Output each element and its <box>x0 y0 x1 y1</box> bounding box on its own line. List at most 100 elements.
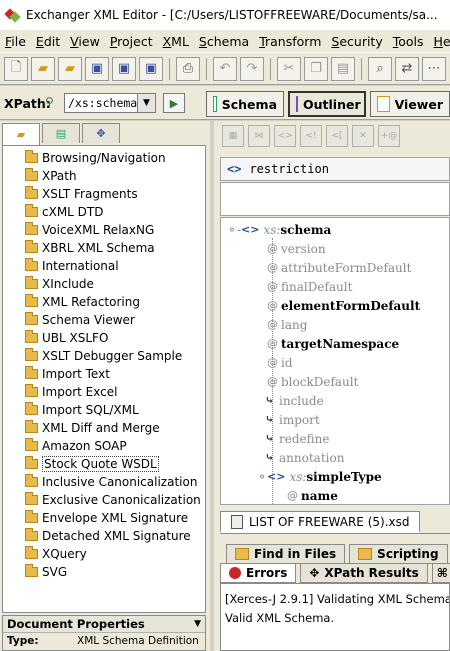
tab-find-in-files[interactable]: Find in Files <box>226 544 346 564</box>
file-tab[interactable]: LIST OF FREEWARE (5).xsd <box>220 511 420 533</box>
tree-item[interactable]: Exclusive Canonicalization <box>3 491 205 509</box>
outline-row[interactable]: ⤷ annotation <box>265 448 344 467</box>
delete-icon[interactable]: ✕ <box>352 125 374 147</box>
grid-icon[interactable]: ▦ <box>222 125 244 147</box>
outline-row[interactable]: @ blockDefault <box>267 372 358 391</box>
tab-errors[interactable]: Errors <box>220 563 297 583</box>
tree-item[interactable]: SVG <box>3 563 205 581</box>
tree-item[interactable]: XSLT Fragments <box>3 185 205 203</box>
tree-item[interactable]: Stock Quote WSDL <box>3 455 205 473</box>
add-element-icon[interactable]: <> <box>274 125 296 147</box>
copy-icon[interactable]: ❐ <box>304 56 328 81</box>
tree-item[interactable]: XInclude <box>3 275 205 293</box>
outline-row[interactable]: @ name <box>287 486 338 504</box>
paste-icon[interactable]: ▤ <box>331 56 355 81</box>
menu-tools[interactable]: Tools <box>388 34 429 49</box>
outline-root-row[interactable]: ⚬- <> xs: schema <box>227 220 331 239</box>
schema-view-button[interactable]: Schema <box>206 91 284 117</box>
new-document-icon[interactable]: 🗋 <box>4 56 28 81</box>
chevron-down-icon[interactable]: ▼ <box>194 619 201 629</box>
tree-item[interactable]: Schema Viewer <box>3 311 205 329</box>
outline-row-label: import <box>279 412 320 427</box>
save-all-icon[interactable]: ▣ <box>139 56 163 81</box>
outline-row[interactable]: @ elementFormDefault <box>267 296 420 315</box>
tree-item[interactable]: UBL XSLFO <box>3 329 205 347</box>
folder-icon <box>25 456 38 469</box>
attribute-icon: @ <box>267 280 278 293</box>
outline-row[interactable]: ⤷ include <box>265 391 324 410</box>
tree-item-label: XInclude <box>42 277 94 291</box>
menu-file[interactable]: File <box>0 34 31 49</box>
tree-item-label: XBRL XML Schema <box>42 241 155 255</box>
tree-item[interactable]: Detached XML Signature <box>3 527 205 545</box>
tree-item[interactable]: XML Diff and Merge <box>3 419 205 437</box>
tree-item[interactable]: XQuery <box>3 545 205 563</box>
tab-projects[interactable]: ▰ <box>2 123 40 145</box>
find-binoculars-icon[interactable]: ⌕ <box>368 56 392 81</box>
tree-item[interactable]: XML Refactoring <box>3 293 205 311</box>
tree-item[interactable]: XBRL XML Schema <box>3 239 205 257</box>
open-folder-icon[interactable]: ▰ <box>31 56 55 81</box>
xpath-run-button[interactable]: ▶ <box>163 93 185 113</box>
open-remote-icon[interactable]: ▰ <box>58 56 82 81</box>
outline-row[interactable]: @ finalDefault <box>267 277 352 296</box>
add-attribute-icon[interactable]: +@ <box>378 125 400 147</box>
tree-item[interactable]: Amazon SOAP <box>3 437 205 455</box>
tree-item[interactable]: Inclusive Canonicalization <box>3 473 205 491</box>
split-icon[interactable]: ⋈ <box>248 125 270 147</box>
tree-item-label: VoiceXML RelaxNG <box>42 223 155 237</box>
add-comment-icon[interactable]: <! <box>300 125 322 147</box>
expand-toggle-icon[interactable]: ⚬- <box>227 223 241 237</box>
viewer-view-button[interactable]: Viewer <box>370 91 450 117</box>
folder-icon <box>25 420 38 433</box>
outline-row[interactable]: ⤷ import <box>265 410 320 429</box>
tree-item[interactable]: XPath <box>3 167 205 185</box>
cut-icon[interactable]: ✂ <box>277 56 301 81</box>
outline-row[interactable]: @ targetNamespace <box>267 334 399 353</box>
tree-item[interactable]: VoiceXML RelaxNG <box>3 221 205 239</box>
tree-item[interactable]: Envelope XML Signature <box>3 509 205 527</box>
tree-item[interactable]: cXML DTD <box>3 203 205 221</box>
redo-icon[interactable]: ↷ <box>240 56 264 81</box>
tab-structure[interactable]: ✥ <box>82 123 120 143</box>
tree-item[interactable]: Import Excel <box>3 383 205 401</box>
menu-edit[interactable]: Edit <box>31 34 65 49</box>
xpath-dropdown-button[interactable]: ▼ <box>137 93 156 113</box>
save-as-icon[interactable]: ▣ <box>112 56 136 81</box>
outline-row-label: id <box>281 355 293 370</box>
undo-icon[interactable]: ↶ <box>213 56 237 81</box>
tab-document[interactable]: ▤ <box>42 123 80 143</box>
tab-xpath-results[interactable]: ✥ XPath Results <box>300 563 428 583</box>
outliner-view-button[interactable]: Outliner <box>288 91 366 117</box>
menu-transform[interactable]: Transform <box>254 34 326 49</box>
menu-security[interactable]: Security <box>326 34 387 49</box>
save-icon[interactable]: ▣ <box>85 56 109 81</box>
menu-view[interactable]: View <box>65 34 105 49</box>
tree-item[interactable]: Browsing/Navigation <box>3 149 205 167</box>
menu-help[interactable]: He <box>429 34 450 49</box>
tab-more[interactable]: ⌘ <box>431 563 450 583</box>
expand-toggle-icon[interactable]: ⚬ <box>257 470 267 484</box>
menu-schema[interactable]: Schema <box>194 34 254 49</box>
tree-item[interactable]: XSLT Debugger Sample <box>3 347 205 365</box>
tree-item[interactable]: International <box>3 257 205 275</box>
outline-row[interactable]: @ version <box>267 239 326 258</box>
outline-row[interactable]: @ id <box>267 353 293 372</box>
element-value-field[interactable] <box>220 182 450 216</box>
menu-xml[interactable]: XML <box>158 34 194 49</box>
replace-icon[interactable]: ⇄ <box>395 56 419 81</box>
menu-project[interactable]: Project <box>105 34 158 49</box>
tree-item[interactable]: Import Text <box>3 365 205 383</box>
print-icon[interactable]: ⎙ <box>176 56 200 81</box>
document-properties-title: Document Properties <box>7 617 145 631</box>
outline-row[interactable]: @ lang <box>267 315 307 334</box>
outline-child-row[interactable]: ⚬ <> xs: simpleType <box>257 467 382 486</box>
add-cdata-icon[interactable]: <[ <box>326 125 348 147</box>
tree-item-label: XSLT Debugger Sample <box>42 349 183 363</box>
tree-item-label: SVG <box>42 565 68 579</box>
outline-row[interactable]: @ attributeFormDefault <box>267 258 411 277</box>
more-tools-icon[interactable]: ⋯ <box>422 56 446 81</box>
outline-row[interactable]: ⤷ redefine <box>265 429 329 448</box>
tab-scripting[interactable]: Scripting <box>349 544 448 564</box>
tree-item[interactable]: Import SQL/XML <box>3 401 205 419</box>
